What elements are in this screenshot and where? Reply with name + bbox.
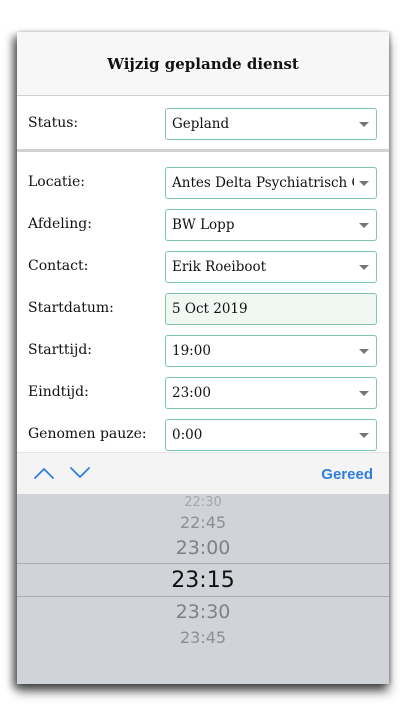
department-value: BW Lopp: [172, 217, 235, 233]
chevron-down-icon[interactable]: [69, 465, 91, 481]
contact-row: Contact: Erik Roeiboot: [17, 251, 389, 283]
contact-select[interactable]: Erik Roeiboot: [165, 251, 377, 283]
dropdown-arrow-icon: [359, 181, 369, 186]
start-time-value: 19:00: [172, 343, 211, 359]
break-select[interactable]: 0:00: [165, 419, 377, 451]
input-accessory-toolbar: Gereed: [17, 452, 389, 494]
break-row: Genomen pauze: 0:00: [17, 419, 389, 451]
department-label: Afdeling:: [28, 216, 92, 232]
page-title: Wijzig geplande dienst: [107, 54, 299, 73]
break-label: Genomen pauze:: [28, 426, 147, 442]
start-time-label: Starttijd:: [28, 342, 93, 358]
status-row: Status: Gepland: [17, 108, 389, 140]
contact-value: Erik Roeiboot: [172, 259, 267, 275]
dropdown-arrow-icon: [359, 223, 369, 228]
status-label: Status:: [28, 115, 79, 131]
done-button[interactable]: Gereed: [321, 466, 373, 483]
start-date-field[interactable]: 5 Oct 2019: [165, 293, 377, 325]
status-section: Status: Gepland: [17, 97, 389, 152]
picker-option[interactable]: 22:45: [17, 513, 389, 532]
status-select[interactable]: Gepland: [165, 108, 377, 140]
start-date-label: Startdatum:: [28, 300, 114, 316]
dropdown-arrow-icon: [359, 433, 369, 438]
end-time-select[interactable]: 23:00: [165, 377, 377, 409]
dropdown-arrow-icon: [359, 349, 369, 354]
location-select[interactable]: Antes Delta Psychiatrisch Centrum: [165, 167, 377, 199]
dropdown-arrow-icon: [359, 265, 369, 270]
picker-option[interactable]: 23:45: [17, 628, 389, 647]
location-label: Locatie:: [28, 174, 86, 190]
location-value: Antes Delta Psychiatrisch Centrum: [172, 175, 354, 191]
location-row: Locatie: Antes Delta Psychiatrisch Centr…: [17, 167, 389, 199]
time-picker-wheel[interactable]: 22:30 22:45 23:00 23:15 23:30 23:45: [17, 494, 389, 684]
chevron-up-icon[interactable]: [33, 465, 55, 481]
start-time-select[interactable]: 19:00: [165, 335, 377, 367]
picker-option[interactable]: 23:00: [17, 537, 389, 559]
shift-form: Locatie: Antes Delta Psychiatrisch Centr…: [17, 154, 389, 452]
picker-option[interactable]: 23:30: [17, 601, 389, 623]
department-select[interactable]: BW Lopp: [165, 209, 377, 241]
start-date-value: 5 Oct 2019: [172, 301, 248, 317]
dropdown-arrow-icon: [359, 122, 369, 127]
start-time-row: Starttijd: 19:00: [17, 335, 389, 367]
contact-label: Contact:: [28, 258, 89, 274]
dropdown-arrow-icon: [359, 391, 369, 396]
status-value: Gepland: [172, 116, 230, 132]
break-value: 0:00: [172, 427, 203, 443]
end-time-row: Eindtijd: 23:00: [17, 377, 389, 409]
department-row: Afdeling: BW Lopp: [17, 209, 389, 241]
picker-selected-option[interactable]: 23:15: [17, 568, 389, 593]
navigation-bar: Wijzig geplande dienst: [17, 32, 389, 96]
app-screen: Wijzig geplande dienst Status: Gepland L…: [17, 32, 389, 684]
picker-option[interactable]: 22:30: [17, 495, 389, 510]
end-time-label: Eindtijd:: [28, 384, 89, 400]
end-time-value: 23:00: [172, 385, 211, 401]
start-date-row: Startdatum: 5 Oct 2019: [17, 293, 389, 325]
